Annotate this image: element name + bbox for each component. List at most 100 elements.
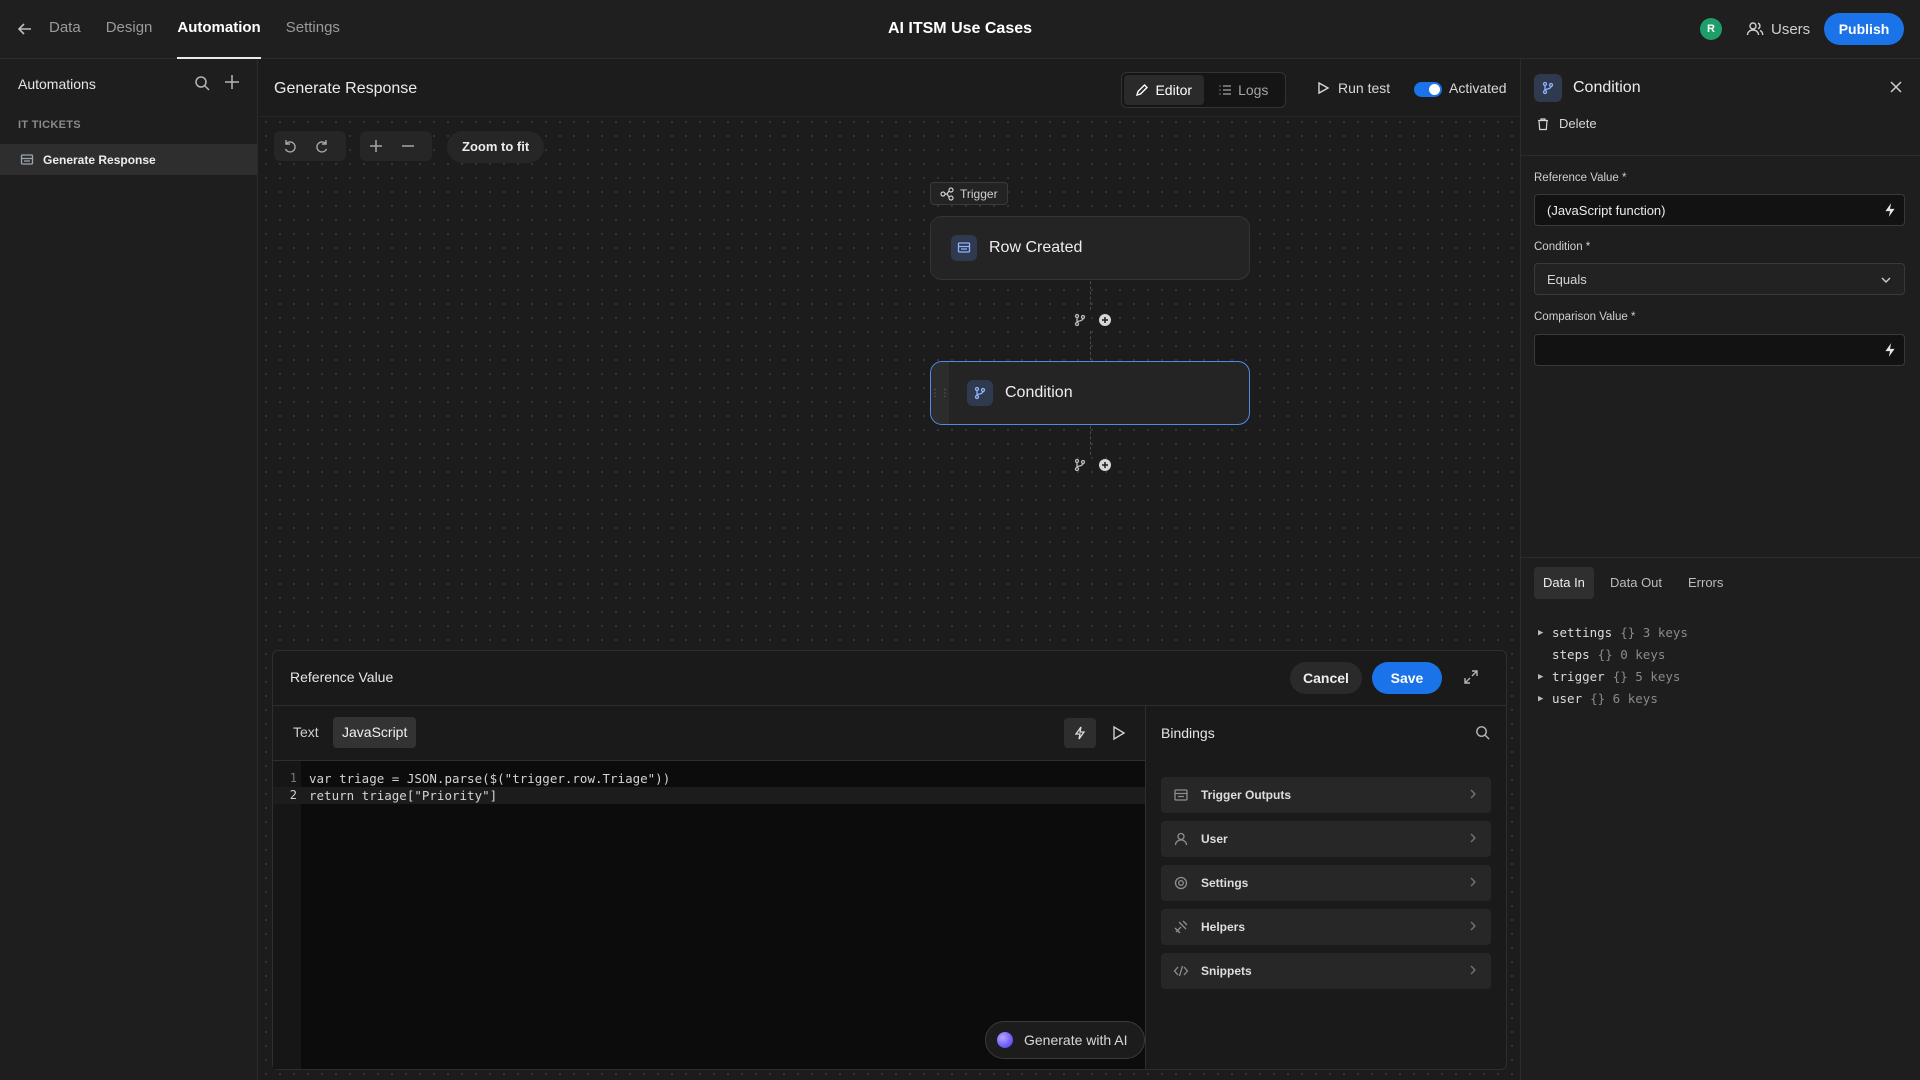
code-panel-title: Reference Value [290, 669, 394, 685]
chevron-right-icon [1467, 832, 1479, 844]
trash-icon [1536, 117, 1550, 131]
connector-line [1090, 331, 1091, 360]
trigger-tag: Trigger [930, 182, 1008, 205]
branch-icon [967, 380, 993, 406]
zoom-in-icon[interactable] [360, 131, 392, 161]
users-label: Users [1771, 20, 1811, 38]
tab-settings[interactable]: Settings [286, 0, 340, 59]
condition-select[interactable]: Equals [1534, 263, 1905, 295]
tree-node-user[interactable]: ▶ user {} 6 keys [1538, 691, 1658, 706]
expand-triangle-icon: ▶ [1538, 693, 1544, 704]
tab-automation[interactable]: Automation [177, 0, 261, 59]
undo-icon[interactable] [274, 131, 306, 161]
generate-ai-label: Generate with AI [1024, 1032, 1128, 1048]
search-icon[interactable] [1474, 724, 1491, 741]
tree-meta: {} 3 keys [1620, 625, 1688, 640]
tree-node-trigger[interactable]: ▶ trigger {} 5 keys [1538, 669, 1680, 684]
node-condition[interactable]: ⋮⋮ Condition [930, 361, 1250, 425]
tab-data-in[interactable]: Data In [1534, 567, 1594, 599]
code-line: var triage = JSON.parse($("trigger.row.T… [309, 771, 671, 786]
add-automation-icon[interactable] [222, 72, 242, 92]
ai-icon [997, 1032, 1013, 1048]
redo-icon[interactable] [306, 131, 338, 161]
sidebar-title: Automations [18, 76, 96, 92]
avatar[interactable]: R [1700, 18, 1722, 40]
sidebar-section-heading: IT TICKETS [18, 119, 81, 131]
tree-key: steps [1552, 647, 1590, 662]
tab-errors[interactable]: Errors [1679, 567, 1732, 599]
node-row-created[interactable]: Row Created [930, 216, 1250, 280]
panel-title: Condition [1573, 79, 1641, 96]
tab-data-out[interactable]: Data Out [1601, 567, 1671, 599]
bolt-icon[interactable] [1882, 342, 1898, 358]
zoom-to-fit-button[interactable]: Zoom to fit [447, 131, 545, 163]
line-number: 1 [289, 771, 297, 785]
drag-handle[interactable]: ⋮⋮ [930, 362, 950, 424]
tree-meta: {} 5 keys [1612, 669, 1681, 684]
binding-trigger-outputs[interactable]: Trigger Outputs [1161, 777, 1491, 813]
helpers-icon [1173, 919, 1189, 935]
editor-tab[interactable]: Editor [1124, 75, 1204, 105]
users-button[interactable]: Users [1746, 16, 1810, 42]
top-nav: Data Design Automation Settings [49, 0, 365, 59]
branch-icon [1534, 74, 1562, 102]
add-step-icon[interactable] [1098, 458, 1112, 472]
line-number: 2 [289, 788, 297, 802]
mode-javascript-tab[interactable]: JavaScript [333, 717, 417, 748]
back-arrow-icon[interactable] [14, 18, 36, 40]
branch-icon[interactable] [1073, 458, 1087, 472]
zoom-out-icon[interactable] [392, 131, 424, 161]
table-icon [20, 153, 34, 167]
connector-line [1090, 426, 1091, 455]
divider [1521, 557, 1920, 558]
tab-design[interactable]: Design [106, 0, 153, 59]
divider [1145, 706, 1146, 1069]
chevron-right-icon [1467, 964, 1479, 976]
cancel-button[interactable]: Cancel [1290, 662, 1362, 694]
reference-value-field[interactable]: (JavaScript function) [1534, 194, 1905, 226]
expand-icon[interactable] [1462, 668, 1480, 686]
add-step-icon[interactable] [1098, 313, 1112, 327]
bolt-icon[interactable] [1064, 718, 1096, 748]
reference-value-label: Reference Value * [1534, 172, 1627, 184]
logs-label: Logs [1238, 82, 1269, 98]
delete-button[interactable]: Delete [1536, 116, 1597, 131]
run-test-button[interactable]: Run test [1316, 80, 1390, 96]
save-button[interactable]: Save [1372, 662, 1442, 694]
binding-settings[interactable]: Settings [1161, 865, 1491, 901]
sidebar-item-generate-response[interactable]: Generate Response [0, 144, 257, 175]
binding-label: Trigger Outputs [1201, 788, 1291, 802]
comparison-value-label: Comparison Value * [1534, 311, 1636, 323]
logs-tab[interactable]: Logs [1204, 75, 1284, 105]
users-icon [1746, 20, 1764, 38]
connector-line [1090, 281, 1091, 310]
mode-text-tab[interactable]: Text [284, 717, 328, 748]
branch-icon[interactable] [1073, 313, 1087, 327]
activated-toggle[interactable] [1414, 82, 1442, 97]
binding-snippets[interactable]: Snippets [1161, 953, 1491, 989]
undo-redo-group [274, 131, 346, 161]
bindings-title: Bindings [1161, 725, 1215, 741]
tree-key: user [1552, 691, 1583, 706]
tree-key: trigger [1552, 669, 1605, 684]
tree-meta: {} 6 keys [1590, 691, 1658, 706]
search-icon[interactable] [193, 74, 211, 92]
chevron-right-icon [1467, 920, 1479, 932]
comparison-value-field[interactable] [1534, 334, 1905, 366]
play-icon[interactable] [1109, 724, 1127, 742]
automation-name: Generate Response [274, 80, 418, 97]
tab-data[interactable]: Data [49, 0, 81, 59]
binding-helpers[interactable]: Helpers [1161, 909, 1491, 945]
connector-actions [1073, 310, 1112, 330]
binding-label: Snippets [1201, 964, 1252, 978]
close-icon[interactable] [1888, 79, 1904, 95]
generate-with-ai-button[interactable]: Generate with AI [985, 1021, 1145, 1059]
bolt-icon[interactable] [1882, 202, 1898, 218]
line-gutter [273, 761, 301, 1069]
publish-button[interactable]: Publish [1824, 13, 1904, 45]
binding-user[interactable]: User [1161, 821, 1491, 857]
tree-node-settings[interactable]: ▶ settings {} 3 keys [1538, 625, 1688, 640]
tree-meta: {} 0 keys [1597, 647, 1666, 662]
pencil-icon [1135, 83, 1149, 97]
chevron-right-icon [1467, 876, 1479, 888]
